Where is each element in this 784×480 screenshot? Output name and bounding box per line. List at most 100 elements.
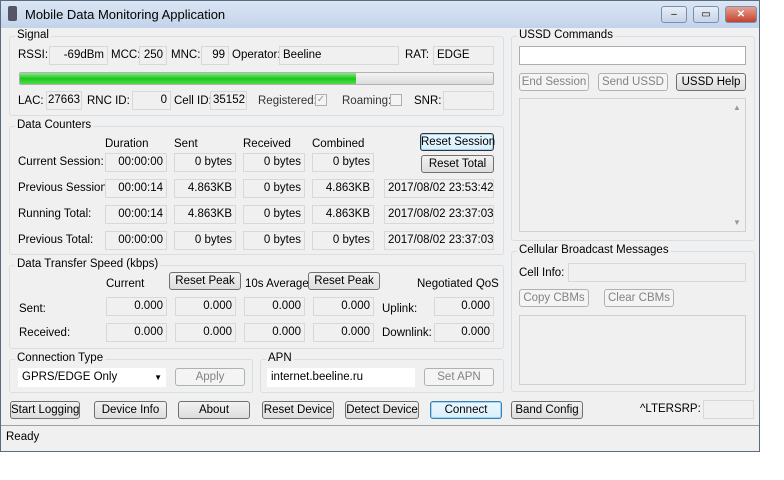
received-header: Received (243, 138, 291, 150)
counter-row-label: Previous Total: (18, 234, 94, 246)
snr-label: SNR: (414, 95, 442, 107)
reset-device-button[interactable]: Reset Device (262, 401, 334, 419)
counter-sent-value: 0 bytes (174, 231, 236, 250)
cell-id-value: 35152 (210, 91, 247, 110)
apn-label: APN (266, 352, 294, 364)
mnc-value: 99 (201, 46, 229, 65)
cell-id-label: Cell ID: (174, 95, 212, 107)
transfer-speed-label: Data Transfer Speed (kbps) (15, 258, 161, 270)
counter-received-value: 0 bytes (243, 231, 305, 250)
speed-received-value: 0.000 (244, 323, 305, 342)
mcc-label: MCC: (111, 49, 141, 61)
data-counters-label: Data Counters (15, 119, 94, 131)
rat-value: EDGE (433, 46, 494, 65)
speed-sent-value: 0.000 (175, 297, 236, 316)
reset-session-button[interactable]: Reset Session (420, 133, 495, 151)
rssi-value: -69dBm (49, 46, 108, 65)
counter-duration-value: 00:00:00 (105, 153, 167, 172)
snr-value (443, 91, 494, 110)
counter-duration-value: 00:00:14 (105, 179, 167, 198)
counter-received-value: 0 bytes (243, 179, 305, 198)
counter-duration-value: 00:00:14 (105, 205, 167, 224)
detect-device-button[interactable]: Detect Device (345, 401, 419, 419)
operator-value: Beeline (279, 46, 399, 65)
combined-header: Combined (312, 138, 365, 150)
counter-combined-value: 4.863KB (312, 179, 374, 198)
counter-row-label: Current Session: (18, 156, 104, 168)
counter-sent-value: 4.863KB (174, 179, 236, 198)
set-apn-button[interactable]: Set APN (424, 368, 494, 386)
signal-group-label: Signal (15, 29, 51, 41)
apn-input[interactable]: internet.beeline.ru (267, 368, 415, 387)
scrollbar[interactable] (729, 316, 745, 384)
connection-type-select[interactable]: GPRS/EDGE Only ▼ (18, 368, 166, 387)
rnc-label: RNC ID: (87, 95, 130, 107)
speed-received-label: Received: (19, 327, 71, 339)
reset-peak-average-button[interactable]: Reset Peak (308, 272, 380, 290)
band-config-button[interactable]: Band Config (511, 401, 583, 419)
counter-row-label: Previous Session: (18, 182, 111, 194)
speed-received-value: 0.000 (106, 323, 167, 342)
registered-checkbox[interactable]: ✓ (315, 94, 327, 106)
counter-combined-value: 0 bytes (312, 231, 374, 250)
counter-combined-value: 4.863KB (312, 205, 374, 224)
title-bar: Mobile Data Monitoring Application – ▭ ✕ (1, 1, 759, 28)
speed-sent-value: 0.000 (244, 297, 305, 316)
speed-received-value: 0.000 (175, 323, 236, 342)
rat-label: RAT: (405, 49, 430, 61)
connect-button[interactable]: Connect (430, 401, 502, 419)
ussd-help-button[interactable]: USSD Help (676, 73, 746, 91)
counter-duration-value: 00:00:00 (105, 231, 167, 250)
operator-label: Operator: (232, 49, 281, 61)
mnc-label: MNC: (171, 49, 201, 61)
counter-date-value: 2017/08/02 23:53:42 (384, 179, 494, 198)
cell-info-label: Cell Info: (519, 267, 565, 279)
speed-sent-value: 0.000 (106, 297, 167, 316)
status-text: Ready (6, 431, 40, 443)
counter-received-value: 0 bytes (243, 153, 305, 172)
app-window: Mobile Data Monitoring Application – ▭ ✕… (0, 0, 760, 452)
average-header: 10s Average (245, 278, 309, 290)
speed-received-value: 0.000 (313, 323, 374, 342)
cbm-message-area[interactable] (519, 315, 746, 385)
speed-sent-label: Sent: (19, 303, 46, 315)
clear-cbms-button[interactable]: Clear CBMs (604, 289, 674, 307)
send-ussd-button[interactable]: Send USSD (598, 73, 668, 91)
registered-label: Registered: (258, 95, 317, 107)
minimize-button[interactable]: – (661, 6, 687, 23)
scrollbar[interactable]: ▲ ▼ (729, 99, 745, 231)
lac-label: LAC: (18, 95, 44, 107)
ussd-input[interactable] (519, 46, 746, 65)
copy-cbms-button[interactable]: Copy CBMs (519, 289, 589, 307)
signal-strength-bar (19, 72, 494, 85)
ussd-response-area[interactable]: ▲ ▼ (519, 98, 746, 232)
counter-date-value: 2017/08/02 23:37:03 (384, 231, 494, 250)
maximize-button[interactable]: ▭ (693, 6, 719, 23)
start-logging-button[interactable]: Start Logging (10, 401, 80, 419)
uplink-label: Uplink: (382, 303, 418, 315)
device-info-button[interactable]: Device Info (94, 401, 167, 419)
about-button[interactable]: About (178, 401, 250, 419)
end-session-button[interactable]: End Session (519, 73, 589, 91)
downlink-value: 0.000 (434, 323, 494, 342)
scroll-up-icon[interactable]: ▲ (729, 103, 745, 112)
roaming-checkbox[interactable] (390, 94, 402, 106)
uplink-value: 0.000 (434, 297, 494, 316)
connection-type-label: Connection Type (15, 352, 106, 364)
counter-combined-value: 0 bytes (312, 153, 374, 172)
duration-header: Duration (105, 138, 149, 150)
speed-sent-value: 0.000 (313, 297, 374, 316)
reset-total-button[interactable]: Reset Total (421, 155, 494, 173)
ltersrp-label: ^LTERSRP: (640, 403, 701, 415)
apply-button[interactable]: Apply (175, 368, 245, 386)
scroll-down-icon[interactable]: ▼ (729, 218, 745, 227)
close-button[interactable]: ✕ (725, 6, 757, 23)
ltersrp-value (703, 400, 754, 419)
current-header: Current (106, 278, 145, 290)
cbm-group-label: Cellular Broadcast Messages (517, 244, 671, 256)
app-icon (8, 6, 17, 21)
reset-peak-current-button[interactable]: Reset Peak (169, 272, 241, 290)
signal-strength-fill (20, 73, 356, 84)
counter-sent-value: 0 bytes (174, 153, 236, 172)
rnc-value: 0 (132, 91, 171, 110)
